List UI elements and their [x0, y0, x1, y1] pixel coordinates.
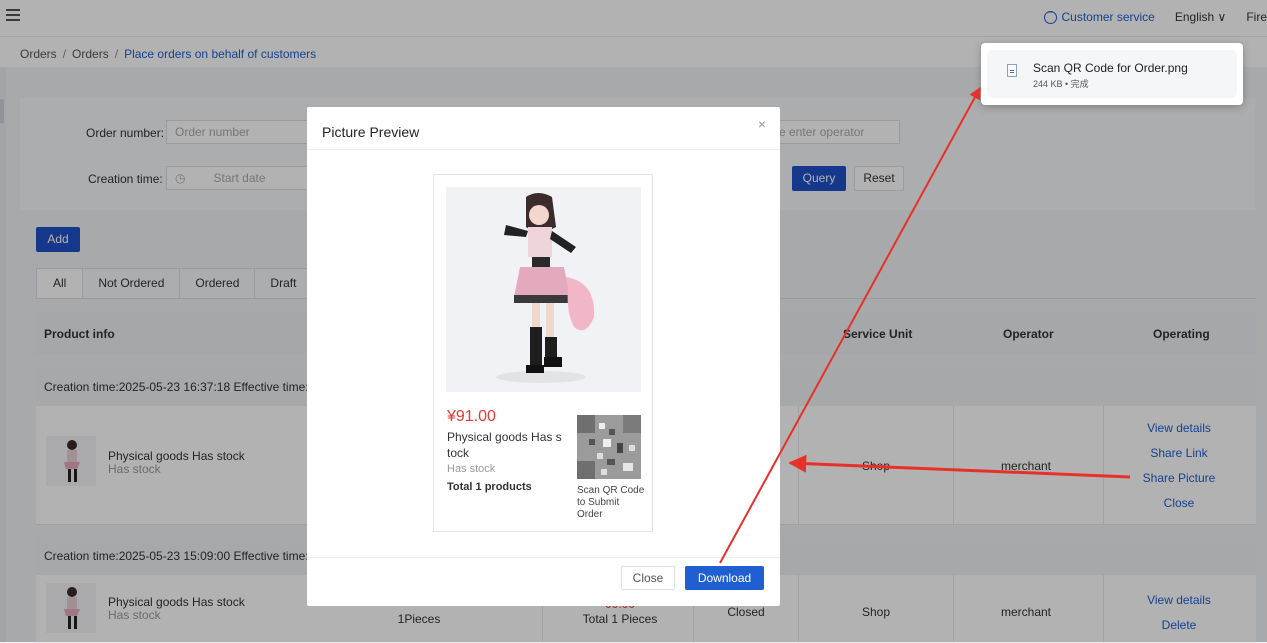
product-image	[446, 187, 641, 392]
dialog-divider	[307, 149, 780, 150]
downloaded-file-name: Scan QR Code for Order.png	[1033, 61, 1188, 75]
dialog-title: Picture Preview	[322, 124, 420, 140]
dialog-footer-divider	[307, 557, 780, 558]
share-picture-card: ¥91.00 Physical goods Has s tock Has sto…	[433, 174, 653, 532]
preview-product-name: Physical goods Has s tock	[447, 430, 562, 460]
download-item[interactable]: Scan QR Code for Order.png 244 KB • 完成	[987, 50, 1237, 98]
download-meta: 244 KB • 完成	[1033, 79, 1089, 89]
close-icon[interactable]: ×	[758, 116, 766, 132]
picture-preview-dialog: Picture Preview × ¥91.00 Physical goods …	[307, 107, 780, 606]
close-button[interactable]: Close	[621, 566, 675, 590]
file-icon	[1007, 64, 1017, 77]
download-button[interactable]: Download	[685, 566, 764, 590]
preview-total: Total 1 products	[447, 481, 532, 493]
qr-caption: Scan QR Code to Submit Order	[577, 485, 645, 520]
preview-stock: Has stock	[447, 463, 496, 475]
preview-price: ¥91.00	[447, 408, 496, 425]
download-popup: Scan QR Code for Order.png 244 KB • 完成	[981, 43, 1243, 105]
qr-code-image	[577, 415, 641, 479]
